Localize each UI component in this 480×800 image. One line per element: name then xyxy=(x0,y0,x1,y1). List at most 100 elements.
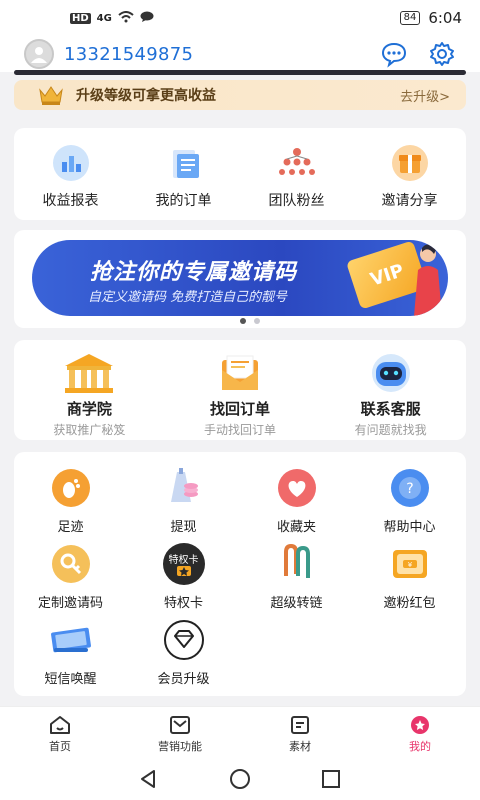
phone-number: 13321549875 xyxy=(64,43,194,65)
withdraw-icon xyxy=(159,466,209,510)
banner-title: 抢注你的专属邀请码 xyxy=(90,260,298,285)
pager-dot[interactable] xyxy=(254,318,260,324)
quick-actions-card: 收益报表 我的订单 团队粉丝 邀请分享 xyxy=(14,128,466,220)
orders-icon xyxy=(161,144,207,182)
tool-favorites[interactable]: 收藏夹 xyxy=(240,466,353,542)
tab-home[interactable]: 首页 xyxy=(0,707,120,762)
quick-item-label: 团队粉丝 xyxy=(268,193,325,209)
quick-item-report[interactable]: 收益报表 xyxy=(14,128,127,220)
tool-privilege-card[interactable]: 特权卡 特权卡 xyxy=(127,542,240,618)
tool-red-packet[interactable]: ¥ 邀粉红包 xyxy=(353,542,466,618)
tool-label: 邀粉红包 xyxy=(383,596,436,611)
header-divider xyxy=(14,70,466,75)
chat-icon[interactable] xyxy=(380,40,408,68)
bottom-tab-bar: 首页 营销功能 素材 我的 xyxy=(0,706,480,762)
service-title: 商学院 xyxy=(66,400,112,418)
tool-label: 足迹 xyxy=(57,520,84,535)
status-bar: HD 4G 84 6:04 xyxy=(0,0,480,36)
tools-card: 足迹 提现 收藏夹 ? 帮助中心 定制邀请码 特权卡 特权卡 超级转链 ¥ 邀粉… xyxy=(14,452,466,696)
crown-icon xyxy=(38,84,64,106)
quick-item-team[interactable]: 团队粉丝 xyxy=(240,128,353,220)
envelope-icon xyxy=(210,352,270,394)
tool-label: 收藏夹 xyxy=(276,520,316,535)
profile-header: 13321549875 xyxy=(0,36,480,72)
status-left: HD 4G xyxy=(70,10,154,26)
banner-pager xyxy=(240,318,260,324)
footprint-icon xyxy=(46,466,96,510)
paperclip-icon xyxy=(272,542,322,586)
upgrade-text: 升级等级可拿更高收益 xyxy=(76,88,216,104)
service-subtitle: 有问题就找我 xyxy=(354,423,427,437)
tool-label: 定制邀请码 xyxy=(37,596,103,611)
message-icon xyxy=(140,11,154,26)
tool-member-upgrade[interactable]: 会员升级 xyxy=(127,618,240,694)
favorites-icon xyxy=(272,466,322,510)
tool-label: 会员升级 xyxy=(157,672,210,687)
quick-item-label: 我的订单 xyxy=(155,193,212,209)
home-icon xyxy=(50,716,70,734)
status-right: 84 6:04 xyxy=(399,9,462,27)
tab-label: 首页 xyxy=(49,740,71,753)
tab-label: 营销功能 xyxy=(158,740,202,753)
sms-icon xyxy=(46,618,96,662)
svg-text:?: ? xyxy=(406,481,413,497)
tab-label: 素材 xyxy=(289,740,311,753)
tab-label: 我的 xyxy=(409,740,431,753)
svg-text:¥: ¥ xyxy=(407,561,412,569)
tool-sms-wake[interactable]: 短信唤醒 xyxy=(14,618,127,694)
tool-label: 超级转链 xyxy=(270,596,323,611)
school-icon xyxy=(59,352,119,394)
battery-indicator: 84 xyxy=(399,11,421,25)
service-contact[interactable]: 联系客服 有问题就找我 xyxy=(315,340,466,440)
recents-icon[interactable] xyxy=(321,769,341,793)
back-icon[interactable] xyxy=(139,769,159,793)
person-illustration-icon xyxy=(414,244,442,316)
diamond-icon xyxy=(159,618,209,662)
quick-item-invite[interactable]: 邀请分享 xyxy=(353,128,466,220)
tool-label: 帮助中心 xyxy=(383,520,436,535)
tool-footprint[interactable]: 足迹 xyxy=(14,466,127,542)
quick-item-label: 收益报表 xyxy=(42,193,99,209)
avatar[interactable] xyxy=(24,39,54,69)
quick-item-label: 邀请分享 xyxy=(381,193,438,209)
wifi-icon xyxy=(118,10,134,26)
invite-gift-icon xyxy=(387,144,433,182)
tool-label: 短信唤醒 xyxy=(44,672,97,687)
tab-material[interactable]: 素材 xyxy=(240,707,360,762)
tool-help[interactable]: ? 帮助中心 xyxy=(353,466,466,542)
promo-banner[interactable]: 抢注你的专属邀请码 自定义邀请码 免费打造自己的靓号 VIP xyxy=(32,240,448,316)
report-icon xyxy=(48,144,94,182)
tab-marketing[interactable]: 营销功能 xyxy=(120,707,240,762)
upgrade-banner[interactable]: 升级等级可拿更高收益 去升级> xyxy=(14,80,466,110)
tool-custom-code[interactable]: 定制邀请码 xyxy=(14,542,127,618)
tool-withdraw[interactable]: 提现 xyxy=(127,466,240,542)
marketing-icon xyxy=(170,716,190,734)
user-icon xyxy=(31,47,47,63)
tool-label: 特权卡 xyxy=(163,596,203,611)
red-packet-icon: ¥ xyxy=(385,542,435,586)
banner-subtitle: 自定义邀请码 免费打造自己的靓号 xyxy=(88,290,288,305)
quick-item-orders[interactable]: 我的订单 xyxy=(127,128,240,220)
tool-label: 提现 xyxy=(170,520,197,535)
hd-icon: HD xyxy=(70,12,91,24)
services-card: 商学院 获取推广秘笈 找回订单 手动找回订单 联系客服 有问题就找我 xyxy=(14,340,466,440)
service-subtitle: 获取推广秘笈 xyxy=(53,423,126,437)
pager-dot-active[interactable] xyxy=(240,318,246,324)
service-find-order[interactable]: 找回订单 手动找回订单 xyxy=(165,340,316,440)
tool-super-link[interactable]: 超级转链 xyxy=(240,542,353,618)
material-icon xyxy=(291,716,309,734)
privilege-card-badge: 特权卡 xyxy=(168,555,199,566)
clock: 6:04 xyxy=(428,9,462,27)
4g-icon: 4G xyxy=(96,12,112,24)
home-circle-icon[interactable] xyxy=(229,768,251,794)
service-title: 联系客服 xyxy=(360,400,421,418)
robot-icon xyxy=(361,352,421,394)
upgrade-link[interactable]: 去升级> xyxy=(400,86,450,105)
key-icon xyxy=(46,542,96,586)
promo-banner-card: 抢注你的专属邀请码 自定义邀请码 免费打造自己的靓号 VIP xyxy=(14,230,466,328)
help-icon: ? xyxy=(385,466,435,510)
settings-icon[interactable] xyxy=(428,40,456,68)
service-school[interactable]: 商学院 获取推广秘笈 xyxy=(14,340,165,440)
tab-mine[interactable]: 我的 xyxy=(360,707,480,762)
service-subtitle: 手动找回订单 xyxy=(204,423,277,437)
